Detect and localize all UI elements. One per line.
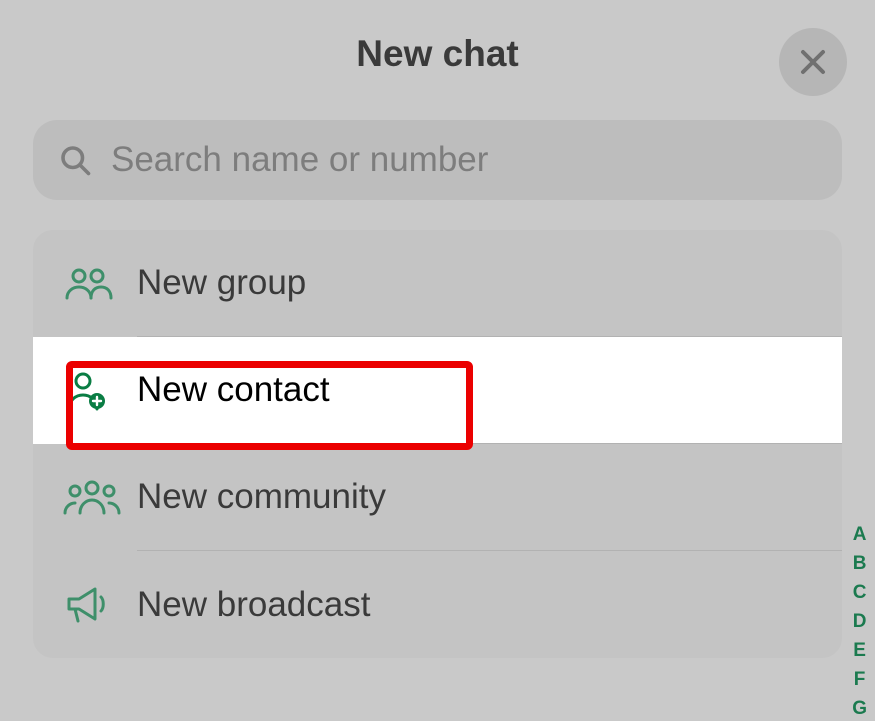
option-label: New broadcast (137, 551, 842, 658)
close-button[interactable] (779, 28, 847, 96)
add-contact-icon (61, 369, 137, 413)
new-contact-option[interactable]: New contact (33, 337, 842, 444)
modal-title: New chat (356, 33, 518, 75)
new-broadcast-option[interactable]: New broadcast (61, 551, 842, 658)
index-letter[interactable]: G (850, 696, 869, 721)
search-icon (57, 142, 93, 178)
new-chat-modal: New chat New group (0, 0, 875, 720)
alphabet-index: A B C D E F G (850, 522, 869, 721)
new-group-option[interactable]: New group (61, 230, 842, 337)
index-letter[interactable]: E (851, 638, 868, 663)
close-icon (798, 47, 828, 77)
index-letter[interactable]: B (851, 551, 869, 576)
index-letter[interactable]: F (852, 667, 868, 692)
search-field-container[interactable] (33, 120, 842, 200)
index-letter[interactable]: C (851, 580, 869, 605)
community-icon (61, 477, 137, 519)
modal-header: New chat (0, 0, 875, 108)
option-label: New group (137, 230, 842, 337)
options-list: New group New contact (33, 230, 842, 658)
megaphone-icon (61, 583, 137, 627)
new-community-option[interactable]: New community (61, 444, 842, 551)
index-letter[interactable]: D (851, 609, 869, 634)
group-icon (61, 264, 137, 304)
search-input[interactable] (111, 140, 818, 180)
option-label: New community (137, 444, 842, 551)
index-letter[interactable]: A (851, 522, 869, 547)
option-label: New contact (137, 337, 842, 444)
